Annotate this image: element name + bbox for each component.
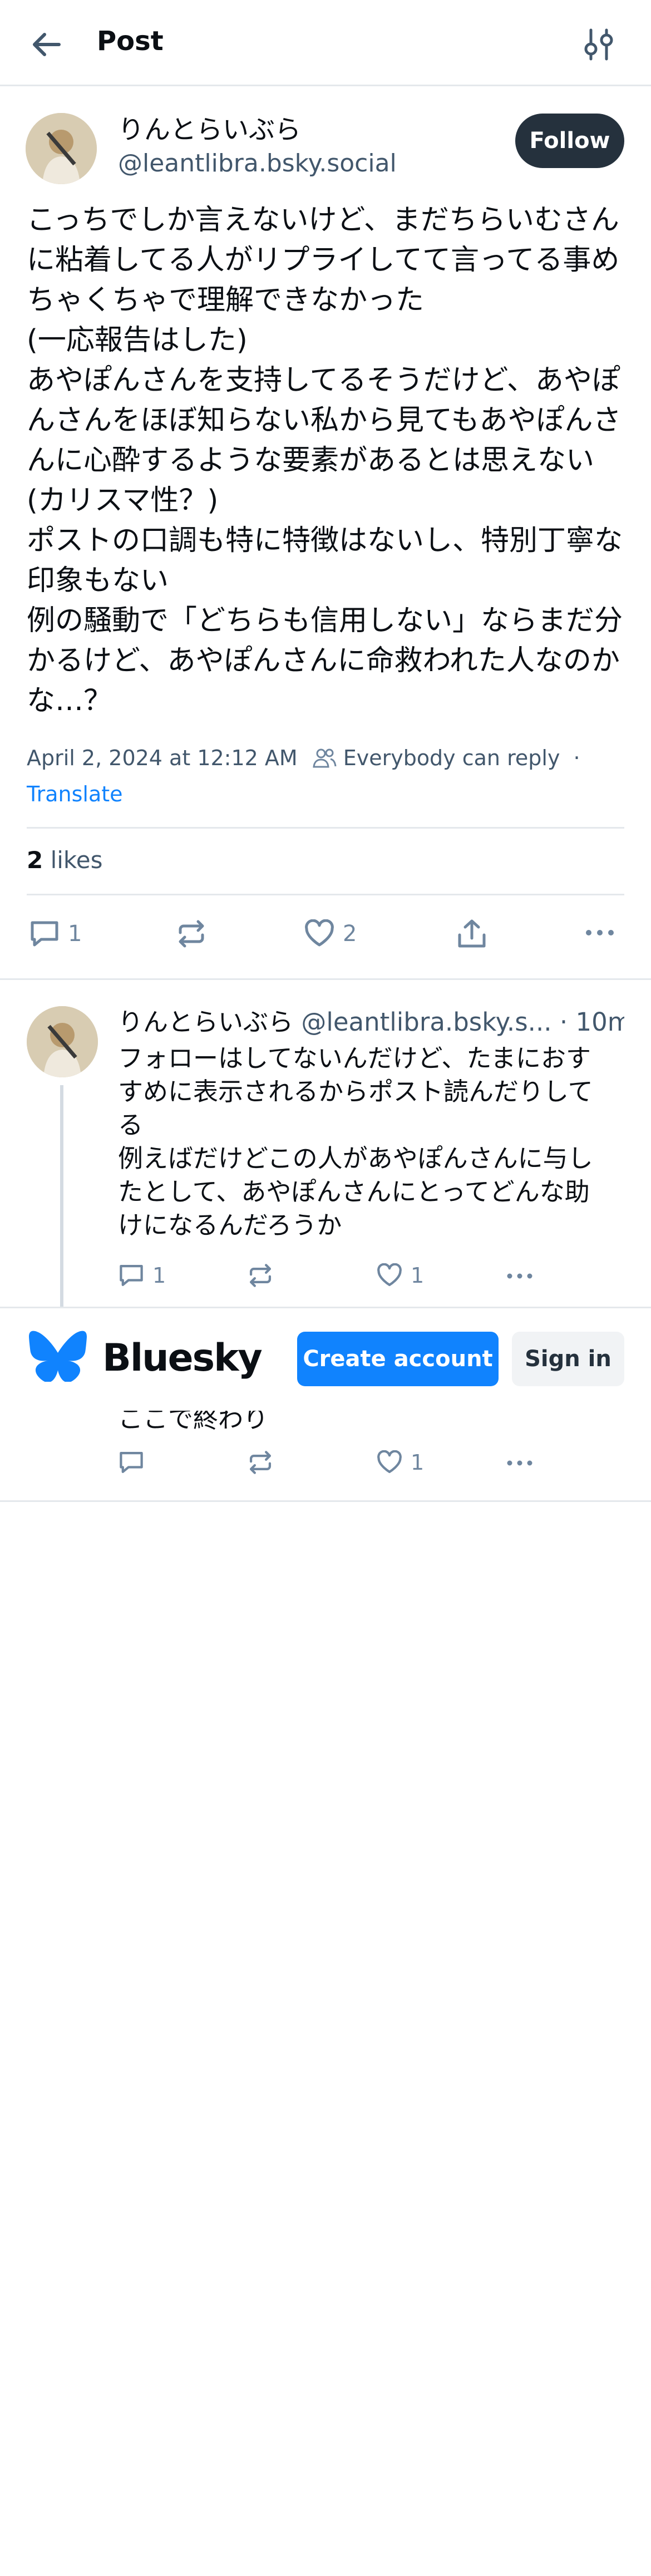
reply-count: 1 (152, 1263, 166, 1288)
page-title: Post (97, 26, 164, 57)
like-count: 1 (411, 1263, 425, 1288)
like-button[interactable]: 2 (304, 919, 357, 948)
repost-button[interactable] (247, 1263, 274, 1288)
reply-count: 1 (68, 921, 82, 947)
reply-text: フォローはしてないんだけど、たまにおすすめに表示されるからポスト読んだりしてる … (118, 1043, 593, 1240)
repost-icon (247, 1450, 274, 1475)
more-options-button[interactable] (584, 927, 615, 938)
reply-author-name[interactable]: りんとらいぶら (118, 1007, 293, 1037)
post-text: こっちでしか言えないけど、まだちらいむさんに粘着してる人がリプライしてて言ってる… (27, 204, 623, 717)
more-options-button[interactable] (505, 1458, 534, 1468)
top-bar: Post (0, 0, 651, 86)
share-button[interactable] (456, 918, 487, 949)
like-count: 2 (343, 921, 357, 947)
heart-icon (376, 1450, 403, 1475)
reply-header[interactable]: りんとらいぶら @leantlibra.bsky.s... · 10mo (118, 1006, 624, 1038)
reply-icon (118, 1263, 145, 1288)
reply-button[interactable]: 1 (118, 1263, 166, 1288)
divider (27, 894, 624, 895)
signup-banner: Bluesky Create account Sign in (0, 1307, 651, 1411)
repost-icon (247, 1263, 274, 1288)
repost-icon (176, 919, 207, 948)
ellipsis-icon (584, 927, 615, 938)
reply-button[interactable]: 1 (29, 919, 82, 948)
reply-author-handle[interactable]: @leantlibra.bsky.s... (301, 1007, 551, 1037)
heart-icon (304, 919, 335, 948)
author-handle[interactable]: @leantlibra.bsky.social (118, 148, 397, 179)
sign-in-button[interactable]: Sign in (512, 1332, 624, 1386)
like-count: 1 (411, 1450, 425, 1475)
brand-name: Bluesky (102, 1336, 263, 1380)
ellipsis-icon (505, 1271, 534, 1281)
avatar[interactable] (26, 113, 97, 184)
bluesky-butterfly-icon (29, 1331, 87, 1382)
ellipsis-icon (505, 1458, 534, 1468)
reply-icon (29, 919, 60, 948)
translate-link[interactable]: Translate (27, 780, 123, 808)
divider (0, 978, 651, 980)
arrow-left-icon[interactable] (29, 27, 65, 62)
share-icon (456, 918, 487, 949)
like-button[interactable]: 1 (376, 1450, 424, 1475)
likes-label: likes (50, 846, 103, 874)
post-meta: April 2, 2024 at 12:12 AM Everybody can … (27, 742, 580, 774)
like-button[interactable]: 1 (376, 1263, 424, 1288)
repost-button[interactable] (176, 919, 207, 948)
sliders-icon[interactable] (581, 27, 617, 62)
create-account-button[interactable]: Create account (297, 1332, 499, 1386)
separator-dot: · (573, 746, 580, 770)
likes-count: 2 (27, 846, 43, 874)
post-timestamp: April 2, 2024 at 12:12 AM (27, 746, 298, 770)
divider (0, 1500, 651, 1502)
thread-line (60, 1085, 63, 1307)
reply-icon (118, 1450, 145, 1475)
repost-button[interactable] (247, 1450, 274, 1475)
avatar[interactable] (27, 1006, 98, 1077)
follow-button[interactable]: Follow (515, 114, 624, 168)
reply-time: · 10mo (559, 1007, 624, 1037)
likes-summary[interactable]: 2 likes (27, 845, 102, 876)
author-name[interactable]: りんとらいぶら (118, 114, 301, 147)
reply-button[interactable] (118, 1450, 145, 1475)
divider (27, 827, 624, 829)
reply-setting[interactable]: Everybody can reply (343, 742, 560, 774)
heart-icon (376, 1263, 403, 1288)
more-options-button[interactable] (505, 1271, 534, 1281)
people-icon (312, 747, 337, 769)
